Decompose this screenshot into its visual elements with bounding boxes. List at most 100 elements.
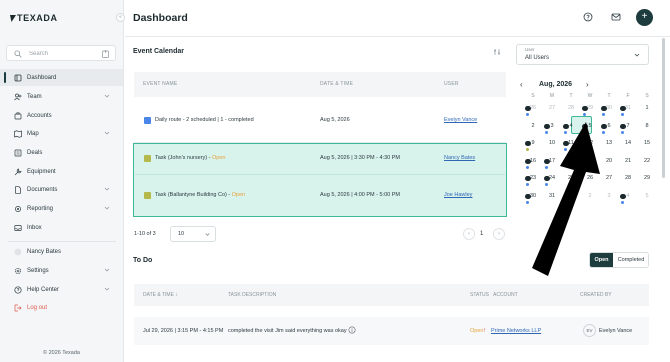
chevron-down-icon — [104, 94, 110, 98]
user-filter-label: User — [525, 47, 535, 52]
equipment-icon — [14, 168, 22, 175]
column-header-date-time[interactable]: DATE & TIME ↕ — [143, 292, 178, 298]
header-divider — [125, 36, 670, 37]
calendar-month-title: Aug, 2026 — [539, 81, 573, 88]
current-page-number[interactable]: 1 — [480, 231, 483, 237]
sidebar-item-label: Team — [27, 93, 42, 100]
sidebar-item-label: Help Center — [27, 286, 60, 293]
column-header-date-time: DATE & TIME — [320, 81, 354, 87]
calendar-day[interactable]: 5 — [638, 193, 656, 199]
chevron-down-icon — [634, 53, 640, 57]
sidebar: TEXADA « Dashboard Team Accounts Map Dea… — [0, 0, 125, 362]
page-title: Dashboard — [133, 12, 188, 24]
row-divider — [135, 174, 505, 175]
collapse-sidebar-button[interactable]: « — [116, 13, 125, 22]
texada-logo[interactable]: TEXADA — [10, 13, 58, 23]
sidebar-item-reporting[interactable]: Reporting — [0, 200, 123, 217]
event-color-swatch — [144, 155, 151, 162]
todo-title: To Do — [133, 257, 153, 264]
column-header-event-name: EVENT NAME — [143, 81, 178, 87]
sidebar-item-help-center[interactable]: Help Center — [0, 281, 123, 298]
user-avatar-icon — [14, 248, 22, 255]
annotation-arrow-icon — [532, 122, 600, 276]
help-icon[interactable] — [583, 12, 593, 22]
calendar-day[interactable]: 1 — [638, 105, 656, 111]
filter-icon[interactable] — [493, 48, 501, 56]
next-month-button[interactable]: › — [586, 80, 593, 89]
mail-icon[interactable] — [611, 12, 621, 22]
event-date: Aug 5, 2026 | 4:00 PM - 5:00 PM — [320, 192, 401, 198]
sidebar-item-label: Settings — [27, 267, 49, 274]
map-icon — [14, 129, 22, 138]
sidebar-item-label: Equipment — [27, 168, 56, 175]
page-scrollbar[interactable] — [662, 38, 665, 178]
event-row[interactable]: Daily route - 2 scheduled | 1 - complete… — [134, 106, 506, 136]
event-color-swatch — [144, 192, 151, 199]
logout-icon — [14, 304, 22, 311]
todo-table-header — [134, 284, 649, 306]
sidebar-item-label: Accounts — [27, 112, 52, 119]
sidebar-item-settings[interactable]: Settings — [0, 262, 123, 279]
sidebar-item-equipment[interactable]: Equipment — [0, 163, 123, 180]
overdue-icon: ! — [484, 328, 486, 334]
event-calendar-title: Event Calendar — [133, 48, 184, 55]
calendar-weekday: F — [626, 93, 630, 99]
sidebar-divider — [8, 241, 116, 242]
calendar-day[interactable]: 22 — [638, 158, 656, 164]
user-name: Nancy Bates — [27, 248, 62, 255]
avatar: EV — [583, 324, 596, 337]
column-header-account: ACCOUNT — [493, 292, 518, 298]
previous-page-button[interactable]: ‹ — [463, 228, 475, 240]
event-user-link[interactable]: Evelyn Vance — [444, 117, 477, 123]
sidebar-item-dashboard[interactable]: Dashboard — [0, 69, 123, 86]
sidebar-item-accounts[interactable]: Accounts — [0, 107, 123, 124]
sort-icon: ↕ — [175, 292, 178, 298]
event-row[interactable]: Task (Ballantyne Building Co) - Open Aug… — [134, 181, 506, 211]
column-header-user: USER — [444, 81, 459, 87]
todo-row[interactable]: Jul 29, 2026 | 3:15 PM - 4:15 PM complet… — [134, 317, 649, 345]
event-title: Task (Ballantyne Building Co) - Open — [155, 192, 246, 198]
dashboard-icon — [14, 74, 22, 81]
todo-description: completed the visit Jim said everything … — [228, 328, 347, 334]
calendar-weekday: M — [549, 93, 555, 99]
column-header-task-description: TASK DESCRIPTION — [228, 292, 277, 298]
logo-mark-icon — [10, 15, 16, 22]
event-user-link[interactable]: Nancy Bates — [444, 155, 475, 161]
calendar-day[interactable]: 15 — [638, 140, 656, 146]
deals-icon — [14, 149, 22, 156]
column-header-status: STATUS — [470, 292, 489, 298]
add-new-button[interactable]: + — [636, 9, 653, 26]
sidebar-item-documents[interactable]: Documents — [0, 181, 123, 198]
reporting-icon — [15, 205, 21, 212]
chevron-down-icon — [104, 287, 110, 291]
chevron-down-icon — [104, 268, 110, 272]
calendar-day[interactable]: 29 — [638, 175, 656, 181]
team-icon — [14, 93, 22, 100]
sidebar-item-inbox[interactable]: Inbox — [0, 219, 123, 236]
next-page-button[interactable]: › — [493, 228, 505, 240]
sidebar-item-map[interactable]: Map — [0, 125, 123, 142]
pagination-range: 1-10 of 3 — [134, 231, 156, 237]
previous-month-button[interactable]: ‹ — [520, 80, 527, 89]
sidebar-item-label: Log out — [27, 304, 48, 311]
event-row[interactable]: Task (John's nursery) - Open Aug 5, 2026… — [134, 144, 506, 174]
gear-icon — [14, 267, 22, 274]
sidebar-item-logout[interactable]: Log out — [0, 299, 123, 316]
calendar-weekday: T — [607, 93, 611, 99]
user-filter-select[interactable]: User All Users — [516, 44, 649, 65]
sidebar-item-team[interactable]: Team — [0, 88, 123, 105]
rows-per-page-select[interactable]: 10 — [170, 226, 216, 242]
event-user-link[interactable]: Joe Hawley — [444, 192, 472, 198]
documents-icon — [15, 185, 21, 194]
search-input[interactable] — [29, 49, 99, 58]
search-box[interactable] — [6, 45, 116, 61]
calendar-weekday: W — [587, 93, 593, 99]
sidebar-item-deals[interactable]: Deals — [0, 144, 123, 161]
inbox-icon — [14, 224, 22, 231]
sidebar-item-user[interactable]: Nancy Bates — [0, 243, 123, 260]
info-icon[interactable] — [348, 326, 356, 334]
todo-account-link[interactable]: Prime Networks LLP — [491, 328, 541, 334]
sidebar-item-label: Map — [27, 130, 39, 137]
keyboard-shortcut-icon — [102, 50, 109, 58]
calendar-day[interactable]: 8 — [638, 123, 656, 129]
